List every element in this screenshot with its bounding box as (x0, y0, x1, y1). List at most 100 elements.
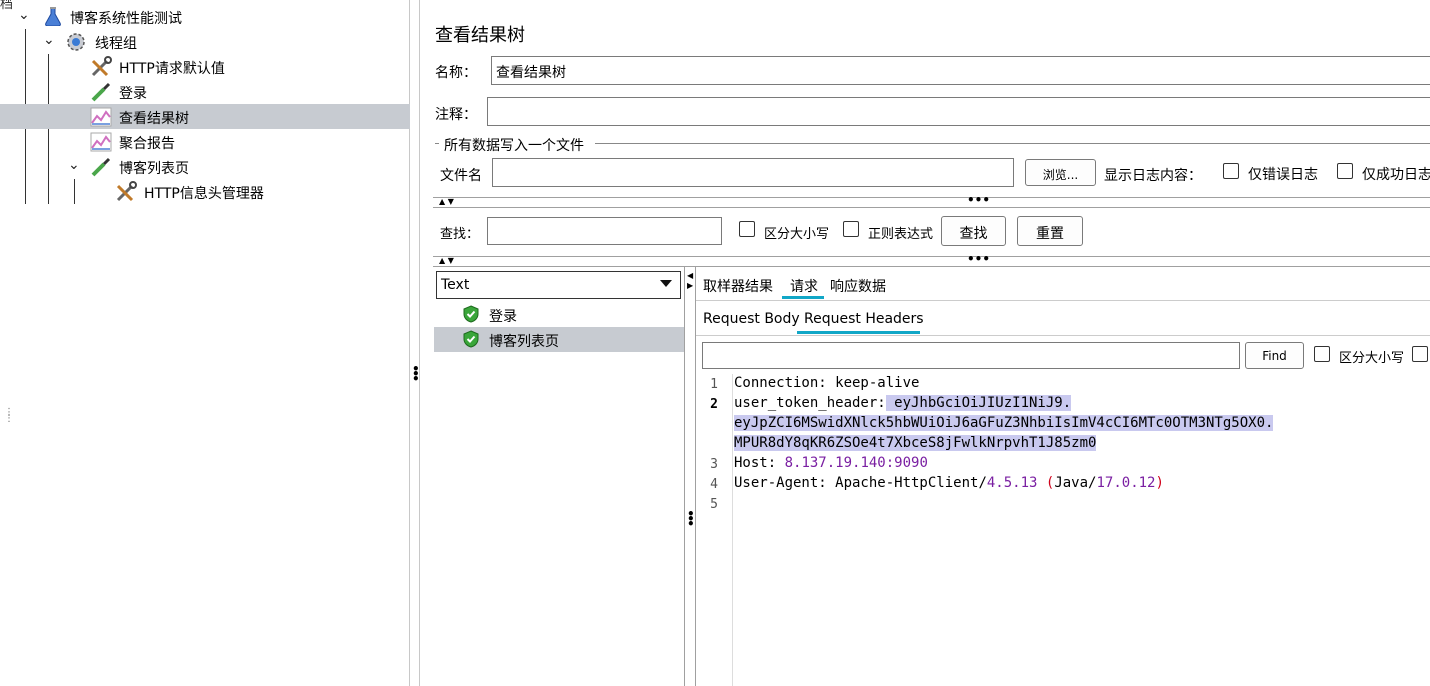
detail-case-label: 区分大小写 (1339, 351, 1405, 366)
line-number: 2 (710, 397, 718, 412)
tree-item-label: HTTP请求默认值 (119, 61, 225, 77)
code-line[interactable]: User-Agent: Apache-HttpClient/4.5.13 (Ja… (734, 475, 1164, 491)
header-value: keep-alive (826, 375, 920, 391)
find-button[interactable]: 查找 (941, 216, 1006, 246)
tree-item-http-defaults[interactable]: HTTP请求默认值 (0, 54, 410, 79)
paren: ) (1155, 475, 1164, 491)
splitter-line (433, 197, 1430, 198)
pipette-icon (91, 157, 111, 177)
tab-divider (696, 300, 1430, 301)
detail-case-checkbox[interactable] (1314, 346, 1330, 362)
success-shield-icon (463, 305, 479, 323)
active-tab-indicator (782, 296, 824, 299)
detail-regex-checkbox[interactable] (1412, 346, 1428, 362)
dropdown-arrow-icon (660, 280, 672, 287)
version-number: 17.0.12 (1096, 475, 1156, 491)
splitter-handle-icon[interactable]: ••• (687, 508, 695, 530)
version-number: 4.5.13 (986, 475, 1038, 491)
sample-item-blog-list[interactable]: 博客列表页 (434, 327, 684, 352)
code-line[interactable]: eyJpZCI6MSwidXNlck5hbWUiOiJ6aGFuZ3NhbiIs… (734, 415, 1274, 431)
errors-only-checkbox[interactable] (1223, 163, 1239, 179)
tree-item-label: 登录 (119, 86, 147, 102)
wrench-icon (116, 181, 137, 202)
group-border (595, 143, 1430, 144)
browse-button[interactable]: 浏览... (1025, 159, 1096, 186)
gutter-divider (732, 374, 733, 686)
detail-find-input[interactable] (702, 342, 1240, 369)
test-plan-tree[interactable]: 档 ⌄ 博客系统性能测试 ⌄ 线程组 HTTP请求默认值 登录 查看结果树 聚合… (0, 0, 410, 686)
splitter-handle-icon[interactable]: ⋮ ⋮ (4, 408, 14, 424)
splitter-line (433, 207, 1430, 208)
gear-icon (67, 33, 85, 51)
errors-only-label: 仅错误日志 (1248, 167, 1318, 183)
subtab-request-body[interactable]: Request Body (703, 311, 800, 327)
chart-icon (90, 107, 112, 127)
case-sensitive-checkbox[interactable] (739, 221, 755, 237)
reset-button[interactable]: 重置 (1017, 216, 1083, 246)
tree-item-view-results-tree[interactable]: 查看结果树 (0, 104, 410, 129)
chevron-down-icon[interactable]: ⌄ (68, 157, 80, 173)
results-divider (695, 267, 696, 686)
filename-input[interactable] (492, 158, 1014, 187)
search-label: 查找： (440, 227, 480, 242)
filename-label: 文件名 (440, 168, 482, 184)
chevron-down-icon[interactable]: ⌄ (18, 7, 30, 23)
collapse-arrows-icon[interactable]: ▲ ▼ (439, 256, 454, 265)
splitter-handle-icon[interactable]: ••• (967, 252, 990, 266)
results-divider (684, 267, 685, 686)
tree-item-blog-list[interactable]: ⌄ 博客列表页 (0, 154, 410, 179)
sample-label: 博客列表页 (489, 334, 559, 350)
splitter-line (433, 256, 1430, 257)
header-key: User-Agent: (734, 475, 827, 491)
name-input[interactable]: 查看结果树 (491, 56, 1430, 85)
tab-sampler-result[interactable]: 取样器结果 (703, 276, 773, 296)
success-shield-icon (463, 330, 479, 348)
log-content-label: 显示日志内容： (1104, 168, 1202, 184)
tree-item-label: HTTP信息头管理器 (144, 186, 264, 202)
active-subtab-indicator (797, 331, 920, 334)
chevron-down-icon[interactable]: ⌄ (43, 32, 55, 48)
splitter-handle-icon[interactable]: ••• (967, 193, 990, 207)
tree-item-thread-group[interactable]: ⌄ 线程组 (0, 29, 410, 54)
collapse-arrows-icon[interactable]: ◀ ▶ (687, 271, 693, 291)
group-border (435, 143, 439, 144)
splitter-handle-icon[interactable]: ••• (412, 363, 420, 385)
success-only-checkbox[interactable] (1337, 163, 1353, 179)
line-number: 5 (710, 497, 718, 512)
header-value: 8.137.19.140:9090 (776, 455, 928, 471)
code-line[interactable]: Connection: keep-alive (734, 375, 919, 391)
line-number: 1 (710, 377, 718, 392)
detail-find-button[interactable]: Find (1245, 342, 1304, 369)
chart-icon (90, 132, 112, 152)
splitter-line (433, 266, 1430, 267)
tree-item-label: 博客列表页 (119, 161, 189, 177)
main-splitter[interactable] (419, 0, 420, 686)
code-line[interactable]: MPUR8dY8qKR6ZSOe4t7XbceS8jFwlkNrpvhT1J85… (734, 435, 1097, 451)
search-input[interactable] (487, 217, 722, 245)
code-line[interactable]: Host: 8.137.19.140:9090 (734, 455, 928, 471)
tree-item-aggregate-report[interactable]: 聚合报告 (0, 129, 410, 154)
tab-request[interactable]: 请求 (790, 276, 818, 296)
sample-label: 登录 (489, 309, 517, 325)
tree-item-label: 博客系统性能测试 (70, 11, 182, 27)
header-key: Connection: (734, 375, 827, 391)
regex-checkbox[interactable] (843, 221, 859, 237)
comment-input[interactable] (487, 97, 1430, 126)
flask-icon (45, 7, 61, 26)
name-label: 名称： (435, 65, 477, 81)
collapse-arrows-icon[interactable]: ▲ ▼ (439, 197, 454, 206)
tree-item-header-manager[interactable]: HTTP信息头管理器 (0, 179, 410, 204)
code-line[interactable]: user_token_header: eyJhbGciOiJIUzI1NiJ9. (734, 395, 1072, 411)
tree-item-test-plan[interactable]: ⌄ 博客系统性能测试 (0, 4, 410, 29)
subtab-request-headers[interactable]: Request Headers (804, 311, 924, 327)
tree-item-login[interactable]: 登录 (0, 79, 410, 104)
file-group-label: 所有数据写入一个文件 (444, 138, 584, 154)
pipette-icon (91, 82, 111, 102)
wrench-icon (91, 56, 112, 77)
comment-label: 注释： (435, 107, 477, 123)
sample-item-login[interactable]: 登录 (434, 302, 684, 327)
panel-title: 查看结果树 (435, 25, 525, 46)
tab-response-data[interactable]: 响应数据 (830, 276, 886, 296)
renderer-select[interactable]: Text (436, 271, 681, 299)
header-value: Apache-HttpClient (826, 475, 979, 491)
